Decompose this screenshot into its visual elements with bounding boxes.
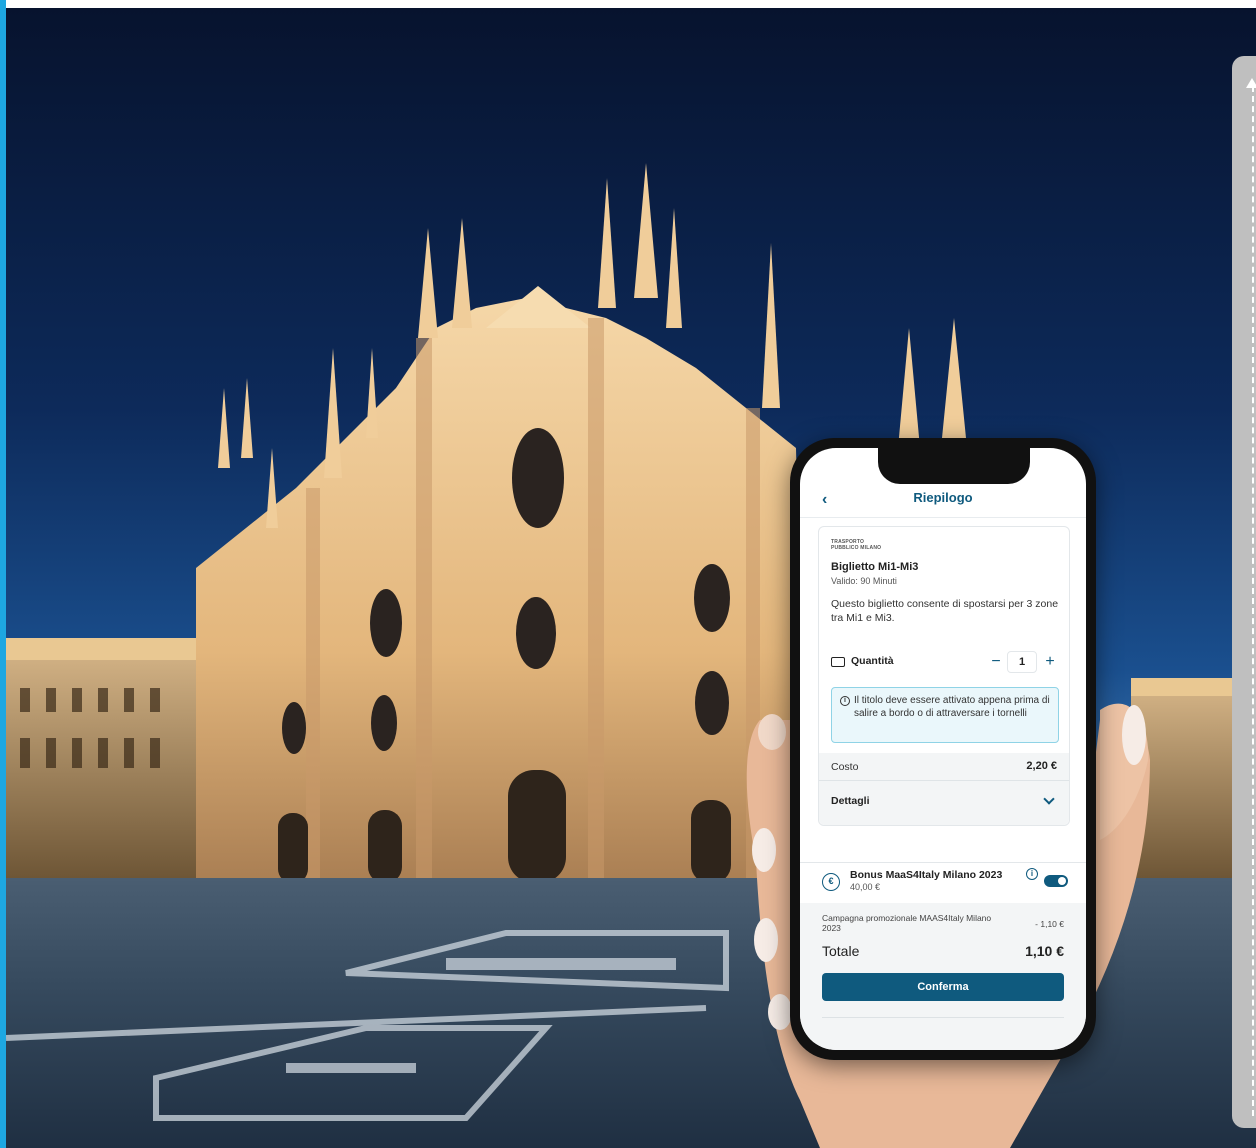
ticket-icon bbox=[831, 657, 845, 667]
phone-screen: ‹ Riepilogo TRASPORTO PUBBLICO MILANO Bi… bbox=[800, 448, 1086, 1050]
bonus-amount: 40,00 € bbox=[850, 882, 881, 892]
cost-row: Costo 2,20 € bbox=[819, 753, 1069, 781]
quantity-row: Quantità − 1 + bbox=[831, 649, 1061, 679]
app-header: ‹ Riepilogo bbox=[800, 482, 1086, 518]
cost-value: 2,20 € bbox=[1026, 760, 1057, 772]
summary-panel: Campagna promozionale MAAS4Italy Milano … bbox=[800, 903, 1086, 1050]
page-title: Riepilogo bbox=[913, 490, 973, 505]
phone-notch bbox=[878, 448, 1030, 484]
euro-coin-icon: € bbox=[822, 873, 840, 891]
info-icon: i bbox=[840, 696, 850, 706]
ticket-name: Biglietto Mi1-Mi3 bbox=[831, 561, 919, 573]
scroll-up-arrow-icon[interactable] bbox=[1246, 78, 1256, 88]
scrollbar-dashed-guide bbox=[1252, 86, 1254, 1116]
toggle-knob bbox=[1058, 877, 1066, 885]
chevron-down-icon[interactable] bbox=[1043, 793, 1055, 805]
bonus-row: € Bonus MaaS4Italy Milano 2023 40,00 € i bbox=[800, 862, 1086, 902]
quantity-label: Quantità bbox=[851, 655, 894, 667]
quantity-stepper: − 1 + bbox=[985, 649, 1061, 675]
details-expander[interactable]: Dettagli bbox=[819, 781, 1069, 825]
activation-info-text: Il titolo deve essere attivato appena pr… bbox=[854, 695, 1050, 719]
operator-logo: TRASPORTO PUBBLICO MILANO bbox=[831, 539, 882, 551]
bonus-toggle[interactable] bbox=[1044, 875, 1068, 887]
scrollbar-track[interactable] bbox=[1232, 56, 1256, 1128]
increment-button[interactable]: + bbox=[1039, 651, 1061, 673]
total-label: Totale bbox=[822, 943, 860, 959]
bottom-divider bbox=[822, 1017, 1064, 1018]
activation-info-box: i Il titolo deve essere attivato appena … bbox=[831, 687, 1059, 743]
confirm-button[interactable]: Conferma bbox=[822, 973, 1064, 1001]
ticket-card: TRASPORTO PUBBLICO MILANO Biglietto Mi1-… bbox=[818, 526, 1070, 826]
total-value: 1,10 € bbox=[1025, 943, 1064, 959]
cost-label: Costo bbox=[831, 761, 859, 773]
promo-value: - 1,10 € bbox=[1035, 919, 1064, 929]
smartphone: ‹ Riepilogo TRASPORTO PUBBLICO MILANO Bi… bbox=[790, 438, 1096, 1060]
decrement-button[interactable]: − bbox=[985, 651, 1007, 673]
ticket-validity: Valido: 90 Minuti bbox=[831, 576, 897, 586]
bonus-title: Bonus MaaS4Italy Milano 2023 bbox=[850, 869, 1003, 881]
promo-label: Campagna promozionale MAAS4Italy Milano … bbox=[822, 913, 992, 933]
ticket-description: Questo biglietto consente di spostarsi p… bbox=[831, 598, 1059, 624]
quantity-value[interactable]: 1 bbox=[1007, 651, 1037, 673]
bonus-info-icon[interactable]: i bbox=[1026, 868, 1038, 880]
details-label: Dettagli bbox=[831, 795, 870, 807]
